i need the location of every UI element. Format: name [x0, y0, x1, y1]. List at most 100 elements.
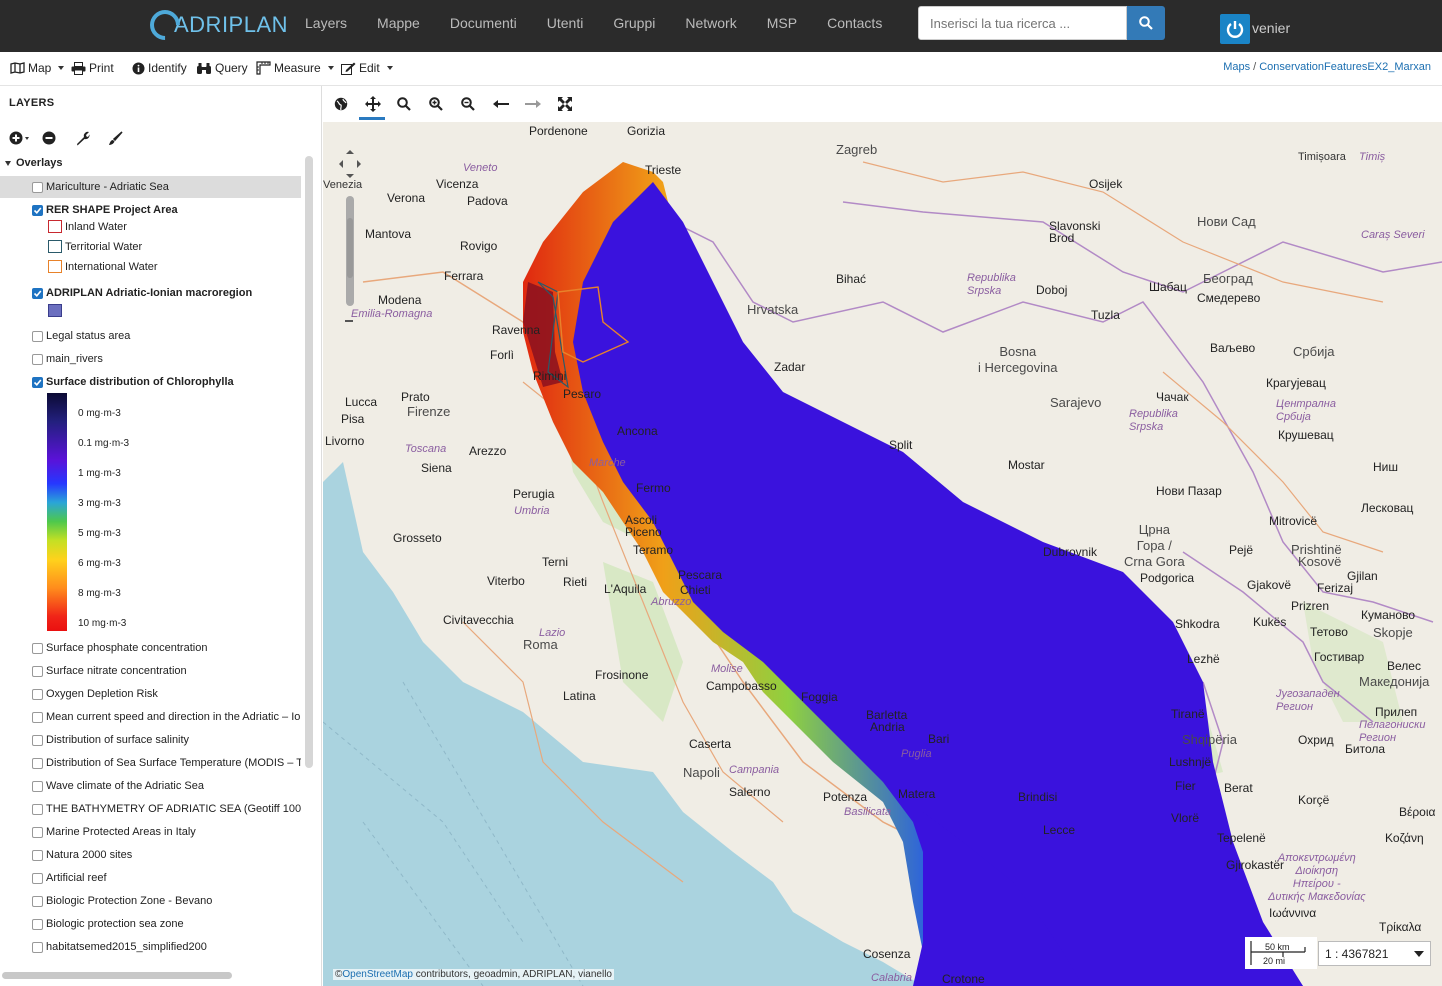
nav-documenti[interactable]: Documenti: [435, 0, 532, 52]
nav-layers[interactable]: Layers: [290, 0, 362, 52]
layer-item[interactable]: Oxygen Depletion Risk: [0, 683, 301, 705]
layer-checkbox[interactable]: [32, 780, 43, 792]
layer-item[interactable]: Surface distribution of Chlorophylla: [0, 371, 301, 393]
layer-item[interactable]: Legal status area: [0, 325, 301, 347]
layer-label: ADRIPLAN Adriatic-Ionian macroregion: [46, 287, 253, 299]
layer-item[interactable]: Biologic protection sea zone: [0, 913, 301, 935]
layer-item[interactable]: ADRIPLAN Adriatic-Ionian macroregion: [0, 282, 301, 304]
breadcrumb-maps[interactable]: Maps: [1223, 61, 1250, 73]
map-label-caserta: Caserta: [689, 737, 732, 751]
map-menu-button[interactable]: Map: [10, 61, 65, 75]
map-label-nis: Ниш: [1373, 460, 1398, 474]
layer-item[interactable]: Biologic Protection Zone - Bevano: [0, 890, 301, 912]
zoom-in-button[interactable]: [426, 94, 446, 114]
layer-item[interactable]: Marine Protected Areas in Italy: [0, 821, 301, 843]
layer-checkbox[interactable]: [32, 711, 43, 723]
layer-item[interactable]: Surface nitrate concentration: [0, 660, 301, 682]
layer-checkbox[interactable]: [32, 734, 43, 746]
zoom-out-button[interactable]: [458, 94, 478, 114]
next-extent-button[interactable]: [523, 94, 543, 114]
layer-checkbox[interactable]: [32, 757, 43, 769]
layer-checkbox[interactable]: [32, 688, 43, 700]
nav-contacts[interactable]: Contacts: [812, 0, 897, 52]
edit-menu-button[interactable]: Edit: [341, 61, 393, 75]
layer-item[interactable]: Artificial reef: [0, 867, 301, 889]
layer-checkbox[interactable]: [32, 826, 43, 838]
map-label-kumanovo: Куманово: [1361, 608, 1415, 622]
search-button[interactable]: [1127, 6, 1165, 40]
layer-item[interactable]: RER SHAPE Project Area: [0, 199, 301, 221]
layer-item[interactable]: habitatsemed2015_simplified200: [0, 936, 301, 958]
openstreetmap-link[interactable]: OpenStreetMap: [342, 969, 413, 980]
layer-checkbox[interactable]: [32, 665, 43, 677]
search-input[interactable]: [918, 6, 1127, 40]
map-label-split: Split: [889, 438, 913, 452]
layer-checkbox[interactable]: [32, 642, 43, 654]
layer-checkbox[interactable]: [32, 895, 43, 907]
map-label-lecce: Lecce: [1043, 823, 1076, 837]
query-button[interactable]: Query: [196, 61, 248, 75]
overlays-group-toggle[interactable]: Overlays: [5, 157, 62, 169]
layer-checkbox[interactable]: [32, 204, 43, 216]
breadcrumb-current-map[interactable]: ConservationFeaturesEX2_Marxan: [1259, 61, 1431, 73]
legend-label: Inland Water: [65, 220, 127, 233]
nav-utenti[interactable]: Utenti: [532, 0, 599, 52]
layer-item[interactable]: THE BATHYMETRY OF ADRIATIC SEA (Geotiff …: [0, 798, 301, 820]
nav-network[interactable]: Network: [670, 0, 751, 52]
nav-gruppi[interactable]: Gruppi: [598, 0, 670, 52]
remove-layer-button[interactable]: [42, 128, 75, 148]
panel-vertical-scrollbar[interactable]: [305, 156, 313, 768]
zoom-to-max-extent-button[interactable]: [331, 94, 351, 114]
layer-checkbox[interactable]: [32, 287, 43, 299]
map-label-pescara: Pescara: [678, 568, 723, 582]
nav-msp[interactable]: MSP: [752, 0, 812, 52]
layer-item[interactable]: Mariculture - Adriatic Sea: [0, 176, 301, 198]
layer-checkbox[interactable]: [32, 918, 43, 930]
layer-properties-button[interactable]: [75, 128, 108, 148]
layer-checkbox[interactable]: [32, 330, 43, 342]
adriplan-logo[interactable]: ADRIPLAN: [143, 3, 288, 47]
legend-swatch: [48, 220, 62, 233]
layer-checkbox[interactable]: [32, 376, 43, 388]
map-label-doboj: Doboj: [1036, 283, 1068, 297]
layer-checkbox[interactable]: [32, 181, 43, 193]
map-label-siena: Siena: [421, 461, 452, 475]
layer-item[interactable]: Mean current speed and direction in the …: [0, 706, 301, 728]
map-canvas[interactable]: Pordenone Gorizia Zagreb Trieste Veneto …: [323, 122, 1442, 986]
layer-checkbox[interactable]: [32, 941, 43, 953]
zoom-box-button[interactable]: [394, 94, 414, 114]
map-label-kozani: Κοζάνη: [1385, 831, 1424, 845]
print-button[interactable]: Print: [71, 61, 114, 75]
layer-checkbox[interactable]: [32, 849, 43, 861]
active-tool-indicator: [359, 117, 385, 120]
panel-horizontal-scrollbar[interactable]: [2, 972, 232, 979]
map-label-salerno: Salerno: [729, 785, 771, 799]
legend-entry: Inland Water: [48, 220, 127, 233]
previous-extent-button[interactable]: [491, 94, 511, 114]
layer-style-button[interactable]: [108, 128, 141, 148]
layer-item[interactable]: Distribution of surface salinity: [0, 729, 301, 751]
user-power-icon[interactable]: [1220, 14, 1250, 44]
measure-menu-button[interactable]: Measure: [256, 61, 334, 75]
measure-label: Measure: [274, 61, 321, 75]
legend-label: 10 mg·m-3: [78, 618, 127, 629]
scale-select[interactable]: 1 : 4367821: [1318, 941, 1431, 966]
user-name[interactable]: venier: [1252, 20, 1290, 36]
legend-label: 5 mg·m-3: [78, 528, 121, 539]
layer-checkbox[interactable]: [32, 353, 43, 365]
layer-checkbox[interactable]: [32, 872, 43, 884]
layer-item[interactable]: Surface phosphate concentration: [0, 637, 301, 659]
identify-button[interactable]: Identify: [132, 61, 187, 75]
nav-mappe[interactable]: Mappe: [362, 0, 435, 52]
layer-item[interactable]: Wave climate of the Adriatic Sea: [0, 775, 301, 797]
fullscreen-button[interactable]: [555, 94, 575, 114]
map-label-novi-sad: Нови Сад: [1197, 214, 1256, 229]
layer-item[interactable]: main_rivers: [0, 348, 301, 370]
add-layer-button[interactable]: [9, 128, 42, 148]
layer-checkbox[interactable]: [32, 803, 43, 815]
map-label-puglia: Puglia: [901, 748, 932, 760]
layer-item[interactable]: Natura 2000 sites: [0, 844, 301, 866]
print-icon: [71, 61, 86, 75]
pan-button[interactable]: [363, 94, 383, 114]
layer-item[interactable]: Distribution of Sea Surface Temperature …: [0, 752, 301, 774]
